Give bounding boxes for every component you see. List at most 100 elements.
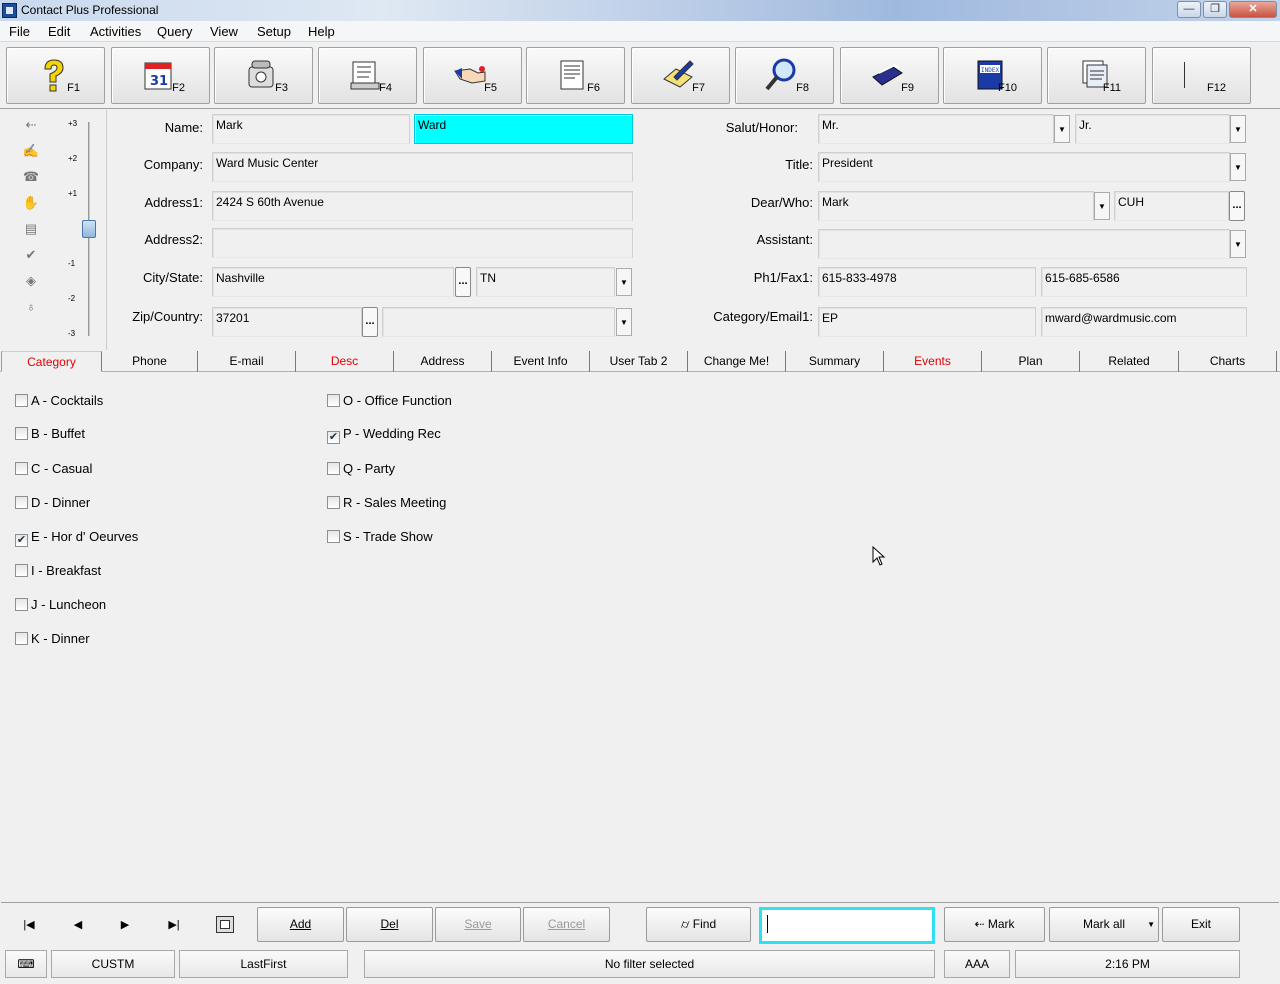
status-filter[interactable]: No filter selected [364,950,935,978]
app-icon[interactable] [2,3,17,18]
category-checkbox-i[interactable]: I - Breakfast [15,563,101,579]
f9-cardfile-button[interactable]: F9 [840,47,939,104]
phone-icon[interactable]: ☎ [22,170,40,184]
f12-button[interactable]: F12 [1152,47,1251,104]
f8-search-button[interactable]: F8 [735,47,834,104]
country-dropdown-button[interactable]: ▼ [616,308,632,336]
save-button[interactable]: Save [435,907,521,942]
who-lookup-button[interactable]: ... [1229,191,1245,221]
mark-icon[interactable]: ⇠ [22,118,40,132]
f7-write-button[interactable]: F7 [631,47,730,104]
who-field[interactable]: CUH [1114,191,1229,221]
menu-activities[interactable]: Activities [90,24,141,39]
delete-button[interactable]: Del [346,907,433,942]
category-checkbox-r[interactable]: R - Sales Meeting [327,495,446,511]
tab-events[interactable]: Events [884,351,982,372]
find-input[interactable] [759,907,935,944]
f11-reports-button[interactable]: F11 [1047,47,1146,104]
honor-dropdown-button[interactable]: ▼ [1230,115,1246,143]
checkbox[interactable] [15,598,28,611]
tab-related[interactable]: Related [1080,351,1179,372]
tag-icon[interactable]: ◈ [22,274,40,288]
fax1-field[interactable]: 615-685-6586 [1041,267,1247,297]
f3-phone-button[interactable]: F3 [214,47,313,104]
status-mode[interactable]: CUSTM [51,950,175,978]
tab-change-me[interactable]: Change Me! [688,351,786,372]
checkbox[interactable] [15,632,28,645]
minimize-button[interactable]: — [1177,1,1201,18]
city-lookup-button[interactable]: ... [455,267,471,297]
checkbox[interactable] [327,530,340,543]
dear-field[interactable]: Mark [818,191,1094,221]
check-icon[interactable]: ✔ [22,248,40,262]
menu-help[interactable]: Help [308,24,335,39]
add-button[interactable]: Add [257,907,344,942]
category-checkbox-b[interactable]: B - Buffet [15,426,85,442]
f1-help-button[interactable]: F1 [6,47,105,104]
category-checkbox-d[interactable]: D - Dinner [15,495,90,511]
honor-field[interactable]: Jr. [1075,114,1230,144]
checkbox[interactable] [15,462,28,475]
last-name-field[interactable]: Ward [414,114,633,144]
address2-field[interactable] [212,228,633,258]
title-field[interactable]: President [818,152,1230,182]
checkbox[interactable] [327,394,340,407]
priority-slider-thumb[interactable] [82,220,96,238]
f6-letter-button[interactable]: F6 [526,47,625,104]
phone1-field[interactable]: 615-833-4978 [818,267,1036,297]
category-checkbox-k[interactable]: K - Dinner [15,631,90,647]
f4-notes-button[interactable]: F4 [318,47,417,104]
checkbox-checked[interactable]: ✔ [327,431,340,444]
tab-email[interactable]: E-mail [198,351,296,372]
checkbox[interactable] [15,496,28,509]
menu-edit[interactable]: Edit [48,24,70,39]
tab-user-tab-2[interactable]: User Tab 2 [590,351,688,372]
category-checkbox-e[interactable]: ✔ E - Hor d' Oeurves [15,529,138,547]
f5-handshake-button[interactable]: F5 [423,47,522,104]
checkbox-checked[interactable]: ✔ [15,534,28,547]
keyboard-icon[interactable]: ⌨ [5,950,47,978]
status-sort[interactable]: LastFirst [179,950,348,978]
last-record-button[interactable]: ▶| [154,908,194,942]
assistant-dropdown-button[interactable]: ▼ [1230,230,1246,258]
status-code[interactable]: AAA [944,950,1010,978]
assistant-field[interactable] [818,229,1230,259]
salutation-dropdown-button[interactable]: ▼ [1054,115,1070,143]
exit-button[interactable]: Exit [1162,907,1240,942]
category-checkbox-s[interactable]: S - Trade Show [327,529,433,545]
category-checkbox-o[interactable]: O - Office Function [327,393,452,409]
handshake-icon[interactable]: ✋ [22,196,40,210]
zip-lookup-button[interactable]: ... [362,307,378,337]
tab-summary[interactable]: Summary [786,351,884,372]
state-dropdown-button[interactable]: ▼ [616,268,632,296]
find-button[interactable]: ⌭ Find [646,907,751,942]
email1-field[interactable]: mward@wardmusic.com [1041,307,1247,337]
first-name-field[interactable]: Mark [212,114,410,144]
previous-record-button[interactable]: ◀ [58,908,98,942]
menu-file[interactable]: File [9,24,30,39]
checkbox[interactable] [15,394,28,407]
checkbox[interactable] [327,462,340,475]
category-checkbox-j[interactable]: J - Luncheon [15,597,106,613]
note-icon[interactable]: ▤ [22,222,40,236]
category-checkbox-c[interactable]: C - Casual [15,461,92,477]
salutation-field[interactable]: Mr. [818,114,1054,144]
tab-desc[interactable]: Desc [296,351,394,372]
next-record-button[interactable]: ▶ [105,908,145,942]
close-button[interactable]: ✕ [1229,1,1277,18]
category-checkbox-a[interactable]: A - Cocktails [15,393,103,409]
category-checkbox-p[interactable]: ✔ P - Wedding Rec [327,426,441,444]
menu-query[interactable]: Query [157,24,192,39]
f10-index-button[interactable]: INDEX F10 [943,47,1042,104]
tab-category[interactable]: Category [1,351,102,372]
tab-charts[interactable]: Charts [1179,351,1277,372]
award-icon[interactable]: ♁ [22,300,40,314]
f2-calendar-button[interactable]: 31 F2 [111,47,210,104]
tab-event-info[interactable]: Event Info [492,351,590,372]
category-field[interactable]: EP [818,307,1036,337]
menu-view[interactable]: View [210,24,238,39]
mark-all-button[interactable]: Mark all ▼ [1049,907,1159,942]
category-checkbox-q[interactable]: Q - Party [327,461,395,477]
cancel-button[interactable]: Cancel [523,907,610,942]
record-view-icon[interactable] [216,916,234,933]
